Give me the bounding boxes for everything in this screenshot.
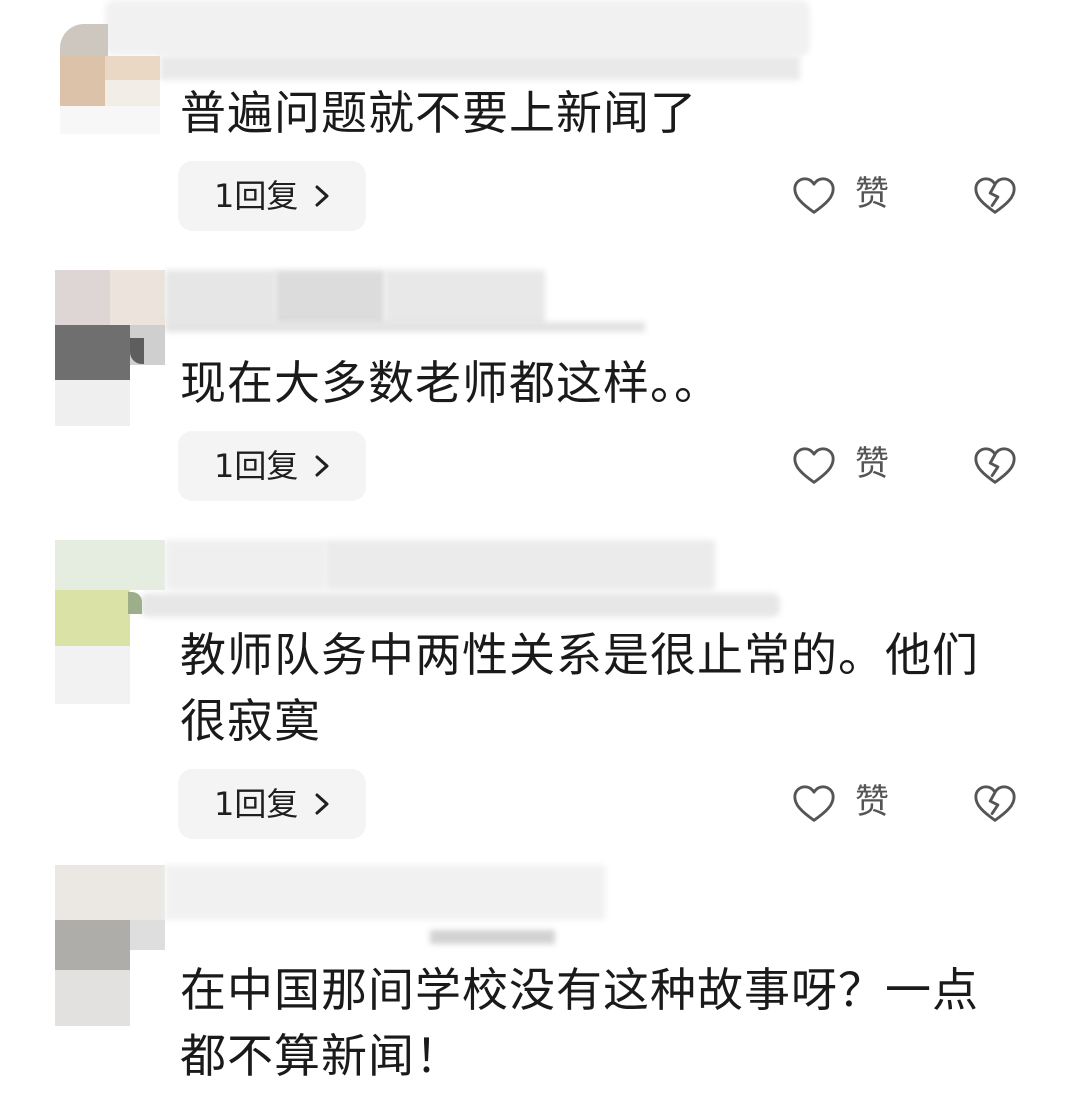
- blurred-avatar: [60, 24, 108, 56]
- chevron-right-icon: [315, 455, 329, 477]
- chevron-right-icon: [315, 185, 329, 207]
- comment-actions: 1回复 赞: [0, 431, 1080, 501]
- comment-item: 教师队务中两性关系是很止常的。他们 很寂寞 1回复 赞: [0, 622, 1080, 839]
- view-replies-button[interactable]: 1回复: [178, 769, 366, 839]
- blurred-avatar: [105, 56, 160, 80]
- blurred-username: [140, 593, 780, 617]
- blurred-username: [385, 270, 545, 325]
- comment-item: 在中国那间学校没有这种故事呀？一点 都不算新闻！: [0, 957, 1080, 1089]
- blurred-avatar: [130, 920, 165, 950]
- blurred-username: [165, 322, 645, 332]
- blurred-avatar: [55, 540, 165, 590]
- blurred-username: [325, 540, 715, 590]
- comment-actions: 1回复 赞: [0, 161, 1080, 231]
- reply-count-label: 1回复: [214, 785, 299, 823]
- blurred-avatar: [110, 270, 165, 325]
- like-label[interactable]: 赞: [855, 431, 889, 497]
- broken-heart-icon[interactable]: [972, 173, 1018, 219]
- comment-text: 现在大多数老师都这样。。: [0, 350, 1080, 416]
- comment-text-line: 教师队务中两性关系是很止常的。他们: [180, 628, 979, 682]
- blurred-username: [165, 540, 325, 590]
- reply-count-label: 1回复: [214, 177, 299, 215]
- comment-text-line: 在中国那间学校没有这种故事呀？一点: [180, 963, 979, 1017]
- blurred-username: [165, 270, 275, 325]
- blurred-avatar: [128, 592, 142, 614]
- blurred-username: [160, 56, 800, 80]
- comment-list: 普遍问题就不要上新闻了 1回复 赞 现在大多数老师都这样。。 1回复 赞 教师队…: [0, 0, 1080, 1096]
- blurred-username: [165, 865, 605, 920]
- comment-text-line: 很寂寞: [180, 694, 321, 748]
- like-label[interactable]: 赞: [855, 769, 889, 835]
- comment-text-line: 现在大多数老师都这样。。: [180, 356, 721, 410]
- blurred-username: [275, 270, 385, 325]
- comment-item: 现在大多数老师都这样。。 1回复 赞: [0, 350, 1080, 501]
- broken-heart-icon[interactable]: [972, 781, 1018, 827]
- comment-text-line: 都不算新闻！: [180, 1029, 462, 1083]
- reply-count-label: 1回复: [214, 447, 299, 485]
- heart-outline-icon[interactable]: [791, 781, 837, 827]
- comment-actions: 1回复 赞: [0, 769, 1080, 839]
- comment-text-line: 普遍问题就不要上新闻了: [180, 86, 697, 140]
- blurred-username: [105, 0, 810, 56]
- blurred-avatar: [55, 270, 110, 325]
- comment-text: 普遍问题就不要上新闻了: [0, 80, 1080, 146]
- chevron-right-icon: [315, 793, 329, 815]
- view-replies-button[interactable]: 1回复: [178, 161, 366, 231]
- blurred-username: [430, 930, 555, 944]
- comment-text: 教师队务中两性关系是很止常的。他们 很寂寞: [0, 622, 1080, 754]
- comment-text: 在中国那间学校没有这种故事呀？一点 都不算新闻！: [0, 957, 1080, 1089]
- comment-item: 普遍问题就不要上新闻了 1回复 赞: [0, 80, 1080, 231]
- view-replies-button[interactable]: 1回复: [178, 431, 366, 501]
- like-label[interactable]: 赞: [855, 161, 889, 227]
- blurred-avatar: [55, 865, 165, 920]
- heart-outline-icon[interactable]: [791, 443, 837, 489]
- heart-outline-icon[interactable]: [791, 173, 837, 219]
- broken-heart-icon[interactable]: [972, 443, 1018, 489]
